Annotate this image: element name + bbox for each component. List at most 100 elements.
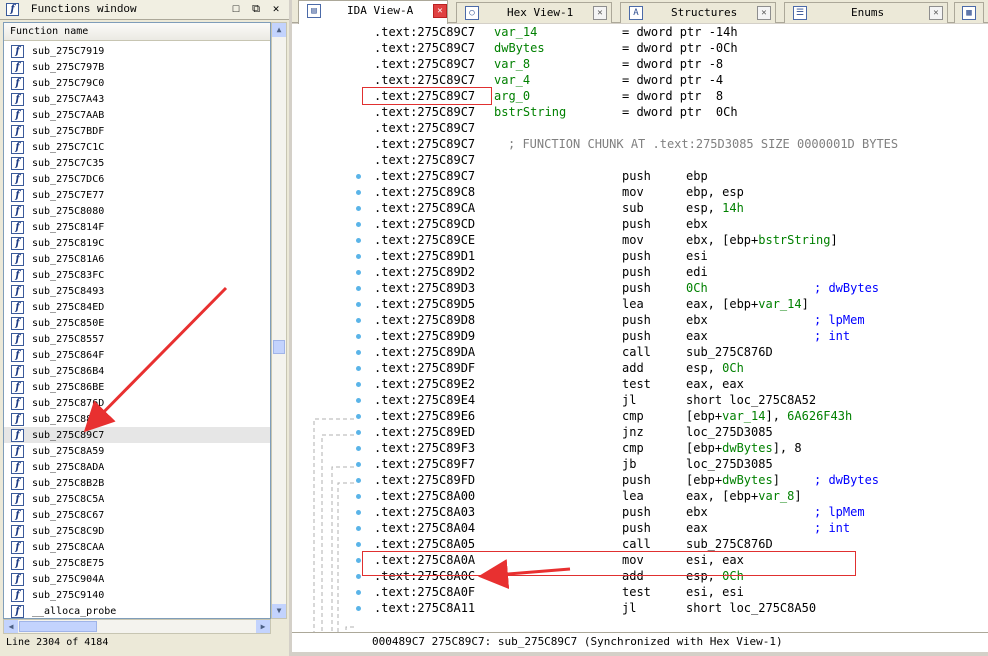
- function-list-item[interactable]: f sub_275C84ED: [4, 299, 270, 315]
- code-line[interactable]: .text:275C8A0F test esi, esi: [374, 584, 744, 600]
- function-list-item[interactable]: f sub_275C8C9D: [4, 523, 270, 539]
- float-icon[interactable]: ⧉: [249, 3, 263, 17]
- code-line[interactable]: .text:275C89C7 dwBytes = dword ptr -0Ch: [374, 40, 738, 56]
- function-list-item[interactable]: f sub_275C7A43: [4, 91, 270, 107]
- close-tab-icon[interactable]: ✕: [593, 6, 607, 20]
- code-line[interactable]: .text:275C89D5 lea eax, [ebp+var_14]: [374, 296, 809, 312]
- tab-hex-view-1[interactable]: ○ Hex View-1 ✕: [456, 2, 612, 23]
- hscroll-thumb[interactable]: [19, 621, 97, 632]
- code-line[interactable]: .text:275C89C8 mov ebp, esp: [374, 184, 744, 200]
- breakpoint-dot[interactable]: [356, 510, 361, 515]
- scroll-up-icon[interactable]: ▲: [272, 23, 286, 37]
- close-tab-icon[interactable]: ✕: [433, 4, 447, 18]
- breakpoint-dot[interactable]: [356, 190, 361, 195]
- code-line[interactable]: .text:275C89C7: [374, 120, 475, 136]
- function-list-item[interactable]: f sub_275C864F: [4, 347, 270, 363]
- breakpoint-dot[interactable]: [356, 302, 361, 307]
- breakpoint-dot[interactable]: [356, 590, 361, 595]
- breakpoint-dot[interactable]: [356, 478, 361, 483]
- function-list-item[interactable]: f sub_275C7C1C: [4, 139, 270, 155]
- code-line[interactable]: .text:275C89E6 cmp [ebp+var_14], 6A626F43h: [374, 408, 852, 424]
- breakpoint-dot[interactable]: [356, 238, 361, 243]
- breakpoint-dot[interactable]: [356, 526, 361, 531]
- code-line[interactable]: .text:275C89DF add esp, 0Ch: [374, 360, 744, 376]
- code-line[interactable]: .text:275C89C7 var_8 = dword ptr -8: [374, 56, 723, 72]
- breakpoint-dot[interactable]: [356, 350, 361, 355]
- code-line[interactable]: .text:275C89ED jnz loc_275D3085: [374, 424, 773, 440]
- code-line[interactable]: .text:275C89CE mov ebx, [ebp+bstrString]: [374, 232, 838, 248]
- tab-more[interactable]: ▦: [954, 2, 984, 23]
- function-list-item[interactable]: f sub_275C876D: [4, 395, 270, 411]
- function-list-item[interactable]: f sub_275C8837: [4, 411, 270, 427]
- breakpoint-dot[interactable]: [356, 558, 361, 563]
- scroll-thumb[interactable]: [273, 340, 285, 354]
- scroll-down-icon[interactable]: ▼: [272, 604, 286, 618]
- function-list-item[interactable]: f sub_275C9140: [4, 587, 270, 603]
- breakpoint-dot[interactable]: [356, 398, 361, 403]
- function-list-item[interactable]: f sub_275C904A: [4, 571, 270, 587]
- code-line[interactable]: .text:275C89C7 var_4 = dword ptr -4: [374, 72, 723, 88]
- function-list-item[interactable]: f sub_275C7E77: [4, 187, 270, 203]
- close-icon[interactable]: ✕: [269, 3, 283, 17]
- breakpoint-dot[interactable]: [356, 270, 361, 275]
- code-line[interactable]: .text:275C8A11 jl short loc_275C8A50: [374, 600, 816, 616]
- breakpoint-dot[interactable]: [356, 446, 361, 451]
- breakpoint-dot[interactable]: [356, 382, 361, 387]
- breakpoint-dot[interactable]: [356, 606, 361, 611]
- close-tab-icon[interactable]: ✕: [929, 6, 943, 20]
- function-list-item[interactable]: f sub_275C8CAA: [4, 539, 270, 555]
- breakpoint-dot[interactable]: [356, 254, 361, 259]
- column-header-function-name[interactable]: Function name: [4, 23, 270, 41]
- code-line[interactable]: .text:275C89D1 push esi: [374, 248, 708, 264]
- function-list-item[interactable]: f sub_275C814F: [4, 219, 270, 235]
- breakpoint-dot[interactable]: [356, 174, 361, 179]
- breakpoint-dot[interactable]: [356, 334, 361, 339]
- function-list-item[interactable]: f sub_275C8080: [4, 203, 270, 219]
- function-list-item[interactable]: f sub_275C7919: [4, 43, 270, 59]
- code-line[interactable]: .text:275C89D2 push edi: [374, 264, 708, 280]
- scroll-left-icon[interactable]: ◀: [4, 620, 18, 633]
- function-list-item[interactable]: f sub_275C7DC6: [4, 171, 270, 187]
- function-list-item[interactable]: f sub_275C7BDF: [4, 123, 270, 139]
- function-list-item[interactable]: f __alloca_probe: [4, 603, 270, 618]
- breakpoint-dot[interactable]: [356, 462, 361, 467]
- code-line[interactable]: .text:275C8A05 call sub_275C876D: [374, 536, 773, 552]
- horizontal-scrollbar[interactable]: ◀ ▶: [3, 619, 271, 634]
- function-list-item[interactable]: f sub_275C8E75: [4, 555, 270, 571]
- code-line[interactable]: .text:275C89FD push [ebp+dwBytes] ; dwBytes: [374, 472, 879, 488]
- function-list-item[interactable]: f sub_275C850E: [4, 315, 270, 331]
- code-line[interactable]: .text:275C8A04 push eax ; int: [374, 520, 850, 536]
- close-tab-icon[interactable]: ✕: [757, 6, 771, 20]
- function-list-item[interactable]: f sub_275C8A59: [4, 443, 270, 459]
- function-list-item[interactable]: f sub_275C797B: [4, 59, 270, 75]
- function-list-item[interactable]: f sub_275C8C67: [4, 507, 270, 523]
- restore-icon[interactable]: □: [229, 3, 243, 17]
- tab-enums[interactable]: ☰ Enums ✕: [784, 2, 948, 23]
- code-line[interactable]: .text:275C89C7 ; FUNCTION CHUNK AT .text:…: [374, 136, 898, 152]
- code-line[interactable]: .text:275C89F3 cmp [ebp+dwBytes], 8: [374, 440, 802, 456]
- breakpoint-dot[interactable]: [356, 574, 361, 579]
- function-list-item[interactable]: f sub_275C7C35: [4, 155, 270, 171]
- breakpoint-dot[interactable]: [356, 494, 361, 499]
- code-line[interactable]: .text:275C89F7 jb loc_275D3085: [374, 456, 773, 472]
- code-line[interactable]: .text:275C8A03 push ebx ; lpMem: [374, 504, 865, 520]
- breakpoint-dot[interactable]: [356, 366, 361, 371]
- code-line[interactable]: .text:275C89CA sub esp, 14h: [374, 200, 744, 216]
- function-list-item[interactable]: f sub_275C79C0: [4, 75, 270, 91]
- code-line[interactable]: .text:275C89D8 push ebx ; lpMem: [374, 312, 865, 328]
- breakpoint-dot[interactable]: [356, 222, 361, 227]
- functions-window-titlebar[interactable]: f Functions window □ ⧉ ✕: [0, 0, 289, 20]
- function-list-item[interactable]: f sub_275C8ADA: [4, 459, 270, 475]
- code-line[interactable]: .text:275C89CD push ebx: [374, 216, 708, 232]
- function-list-item[interactable]: f sub_275C819C: [4, 235, 270, 251]
- function-list-item[interactable]: f sub_275C83FC: [4, 267, 270, 283]
- breakpoint-dot[interactable]: [356, 286, 361, 291]
- code-line[interactable]: .text:275C89C7: [374, 152, 475, 168]
- code-line[interactable]: .text:275C89D9 push eax ; int: [374, 328, 850, 344]
- breakpoint-dot[interactable]: [356, 542, 361, 547]
- code-line[interactable]: .text:275C89D3 push 0Ch ; dwBytes: [374, 280, 879, 296]
- breakpoint-dot[interactable]: [356, 414, 361, 419]
- function-list-item[interactable]: f sub_275C89C7: [4, 427, 270, 443]
- code-line[interactable]: .text:275C89C7 bstrString = dword ptr 0Ch: [374, 104, 738, 120]
- function-list-item[interactable]: f sub_275C8557: [4, 331, 270, 347]
